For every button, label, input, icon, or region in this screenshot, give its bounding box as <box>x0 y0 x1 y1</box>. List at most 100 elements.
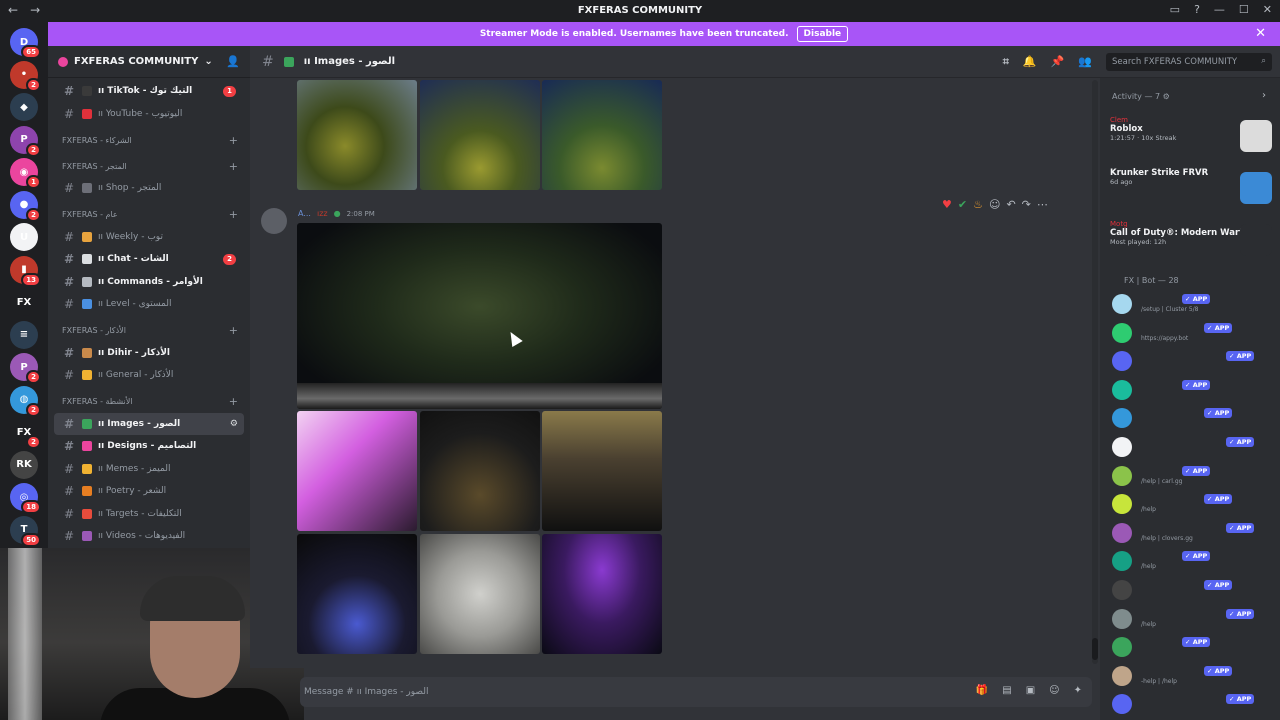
sidebar-channel[interactable]: # ıı TikTok - التيك توك 1 <box>54 80 244 103</box>
sidebar-channel[interactable]: # ıı Chat - الشات 2 <box>54 248 244 271</box>
more-icon[interactable]: ⋯ <box>1037 198 1048 211</box>
server-icon[interactable]: P2 <box>10 125 41 157</box>
member-item[interactable]: ✓ APP/help <box>1112 549 1272 575</box>
sidebar-channel[interactable]: # ıı Weekly - توب <box>54 226 244 249</box>
sidebar-channel[interactable]: # ıı Poetry - الشعر <box>54 480 244 503</box>
server-icon[interactable]: P2 <box>10 353 41 384</box>
member-item[interactable]: ✓ APP <box>1112 406 1272 432</box>
server-icon[interactable]: T 50 <box>10 515 41 547</box>
activity-card[interactable]: Clem Roblox 1:21:57 · 10x Streak <box>1110 116 1272 162</box>
attachment-image[interactable] <box>297 223 662 409</box>
attachment-image[interactable] <box>542 411 662 531</box>
server-icon[interactable]: FX <box>10 288 38 316</box>
server-icon[interactable]: ◉ 1 <box>10 158 41 189</box>
maximize-icon[interactable]: ☐ <box>1239 3 1249 16</box>
message-input[interactable]: Message # ıı Images - الصور 🎁 ▤ ▣ ☺ ✦ <box>300 677 1092 707</box>
sidebar-channel[interactable]: # ıı Level - المستوى <box>54 293 244 316</box>
server-icon[interactable]: ◎ 18 <box>10 483 41 514</box>
member-item[interactable]: ✓ APP <box>1112 378 1272 404</box>
gif-icon[interactable]: ▤ <box>1002 685 1011 696</box>
sidebar-channel[interactable]: # ıı Memes - الميمز <box>54 458 244 481</box>
member-item[interactable]: ✓ APP -help | /help <box>1112 664 1272 690</box>
member-item[interactable]: ✓ APP <box>1112 349 1272 375</box>
settings-icon[interactable]: ⚙ <box>230 419 238 429</box>
avatar[interactable] <box>261 208 287 234</box>
emoji-icon[interactable]: ☺ <box>1049 685 1059 696</box>
server-icon[interactable]: ▮ 13 <box>10 255 41 287</box>
author-name[interactable]: A... <box>298 209 311 218</box>
forward-icon[interactable]: ↷ <box>1022 198 1031 211</box>
bell-icon[interactable]: 🔔 <box>1023 55 1037 69</box>
server-icon[interactable]: • 2 <box>10 60 41 92</box>
attachment-image[interactable] <box>542 80 662 190</box>
attachment-image[interactable] <box>420 80 540 190</box>
reply-icon[interactable]: ↶ <box>1006 198 1015 211</box>
activity-card[interactable]: Krunker Strike FRVR 6d ago <box>1110 168 1272 214</box>
disable-button[interactable]: Disable <box>796 26 849 42</box>
attachment-image[interactable] <box>297 80 417 190</box>
add-reaction-icon[interactable]: ☺ <box>989 198 1000 211</box>
add-channel-icon[interactable]: + <box>229 324 238 337</box>
pin-icon[interactable]: 📌 <box>1051 55 1065 69</box>
member-item[interactable]: ✓ APP <box>1112 635 1272 661</box>
member-item[interactable]: ✓ APP <box>1112 435 1272 461</box>
channel-category[interactable]: FXFERAS - المتجر + <box>48 155 250 177</box>
add-member-icon[interactable]: 👤 <box>226 55 240 68</box>
activity-card[interactable]: Motg Call of Duty®: Modern Warf... Most pl… <box>1110 220 1272 266</box>
sidebar-channel[interactable]: # ıı Images - الصور ⚙ <box>54 412 244 435</box>
server-icon[interactable]: FX 2 <box>10 418 41 449</box>
member-item[interactable]: ✓ APP/help | carl.gg <box>1112 464 1272 490</box>
attachment-image[interactable] <box>420 534 540 654</box>
sidebar-channel[interactable]: # ıı YouTube - اليوتيوب <box>54 103 244 126</box>
member-item[interactable]: ✓ APP/help <box>1112 492 1272 518</box>
help-icon[interactable]: ? <box>1194 3 1200 16</box>
inbox-icon[interactable]: ▭ <box>1170 3 1180 16</box>
server-header[interactable]: FXFERAS COMMUNITY ⌄ 👤 <box>48 46 250 78</box>
attachment-image[interactable] <box>297 411 417 531</box>
attachment-image[interactable] <box>297 534 417 654</box>
fire-reaction-icon[interactable]: ♨ <box>973 198 983 211</box>
channel-category[interactable]: FXFERAS - الأنشطة + <box>48 391 250 413</box>
server-icon[interactable]: ◆ <box>10 93 38 121</box>
sticker-icon[interactable]: ▣ <box>1026 685 1035 696</box>
apps-icon[interactable]: ✦ <box>1074 685 1082 696</box>
server-icon[interactable]: D 65 <box>10 28 41 59</box>
heart-reaction-icon[interactable]: ♥ <box>942 198 952 211</box>
close-banner-icon[interactable]: ✕ <box>1255 26 1266 41</box>
sidebar-channel[interactable]: # ıı Designs - التصاميم <box>54 435 244 458</box>
server-icon[interactable]: ◍ 2 <box>10 385 41 417</box>
sidebar-channel[interactable]: # ıı Videos - الفيديوهات <box>54 525 244 548</box>
add-channel-icon[interactable]: + <box>229 160 238 173</box>
add-channel-icon[interactable]: + <box>229 395 238 408</box>
member-item[interactable]: ✓ APP/help | clovers.gg <box>1112 521 1272 547</box>
minimize-icon[interactable]: — <box>1214 3 1225 16</box>
message-scrollbar[interactable] <box>1092 80 1098 664</box>
sidebar-channel[interactable]: # ıı Dihir - الأذكار <box>54 342 244 365</box>
close-window-icon[interactable]: ✕ <box>1263 3 1272 16</box>
member-item[interactable]: ✓ APP <box>1112 578 1272 604</box>
chevron-right-icon[interactable]: › <box>1262 90 1266 101</box>
sidebar-channel[interactable]: # ıı Commands - الأوامر <box>54 271 244 294</box>
sidebar-channel[interactable]: # ıı Shop - المتجر <box>54 177 244 200</box>
check-reaction-icon[interactable]: ✔ <box>958 198 967 211</box>
member-item[interactable]: ✓ APP/help <box>1112 607 1272 633</box>
server-icon[interactable]: ● 2 <box>10 190 41 222</box>
server-icon[interactable]: ≡ <box>10 320 38 349</box>
scrollbar-thumb[interactable] <box>1092 638 1098 660</box>
gear-icon[interactable]: ⚙ <box>1163 92 1170 101</box>
search-input[interactable]: Search FXFERAS COMMUNITY ⌕ <box>1106 53 1272 71</box>
member-item[interactable]: ✓ APP https://appy.bot <box>1112 321 1272 347</box>
member-item[interactable]: ✓ APP/setup | Cluster 5/8 <box>1112 292 1272 318</box>
attachment-image[interactable] <box>420 411 540 531</box>
channel-category[interactable]: FXFERAS - الشركاء + <box>48 129 250 151</box>
members-icon[interactable]: 👥 <box>1078 55 1092 69</box>
attachment-image[interactable] <box>542 534 662 654</box>
threads-icon[interactable]: ⌗ <box>1003 55 1009 69</box>
channel-category[interactable]: FXFERAS - عام + <box>48 204 250 226</box>
gift-icon[interactable]: 🎁 <box>976 685 988 696</box>
member-item[interactable]: ✓ APP <box>1112 692 1272 718</box>
add-channel-icon[interactable]: + <box>229 208 238 221</box>
server-icon[interactable]: U <box>10 223 38 251</box>
channel-category[interactable]: FXFERAS - الأذكار + <box>48 320 250 342</box>
add-channel-icon[interactable]: + <box>229 134 238 147</box>
